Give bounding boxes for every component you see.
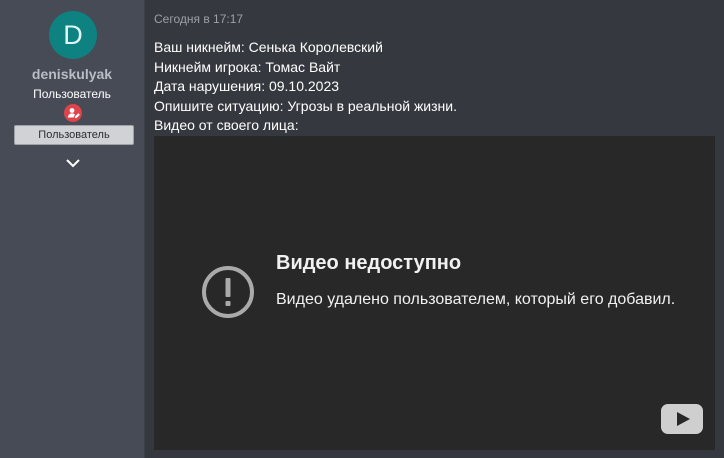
post-line-violation-date: Дата нарушения: 09.10.2023 bbox=[154, 78, 340, 94]
post-line-nickname: Ваш никнейм: Сенька Королевский bbox=[154, 39, 383, 55]
user-banner: Пользователь bbox=[14, 125, 134, 145]
username-link[interactable]: deniskulyak bbox=[0, 66, 144, 82]
post-line-video-label: Видео от своего лица: bbox=[154, 117, 299, 133]
post-line-situation: Опишите ситуацию: Угрозы в реальной жизн… bbox=[154, 97, 457, 114]
embedded-video-player[interactable]: Видео недоступно Видео удалено пользоват… bbox=[154, 136, 715, 450]
post-timestamp[interactable]: Сегодня в 17:17 bbox=[154, 12, 243, 26]
youtube-logo-icon[interactable] bbox=[661, 404, 703, 434]
post-body: Сегодня в 17:17 Ваш никнейм: Сенька Коро… bbox=[145, 0, 724, 458]
post-content: Ваш никнейм: Сенька Королевский Никнейм … bbox=[154, 38, 714, 136]
author-sidebar: D deniskulyak Пользователь Пользователь bbox=[0, 0, 145, 458]
video-unavailable-message: Видео удалено пользователем, который его… bbox=[276, 291, 676, 308]
chevron-down-icon[interactable] bbox=[65, 157, 81, 169]
user-title: Пользователь bbox=[33, 87, 111, 101]
exclamation-circle-icon bbox=[202, 266, 254, 318]
post-line-player-nickname: Никнейм игрока: Томас Вайт bbox=[154, 58, 341, 75]
avatar[interactable]: D bbox=[49, 11, 97, 59]
video-unavailable-title: Видео недоступно bbox=[276, 252, 462, 274]
user-role-badge-icon bbox=[64, 104, 82, 122]
